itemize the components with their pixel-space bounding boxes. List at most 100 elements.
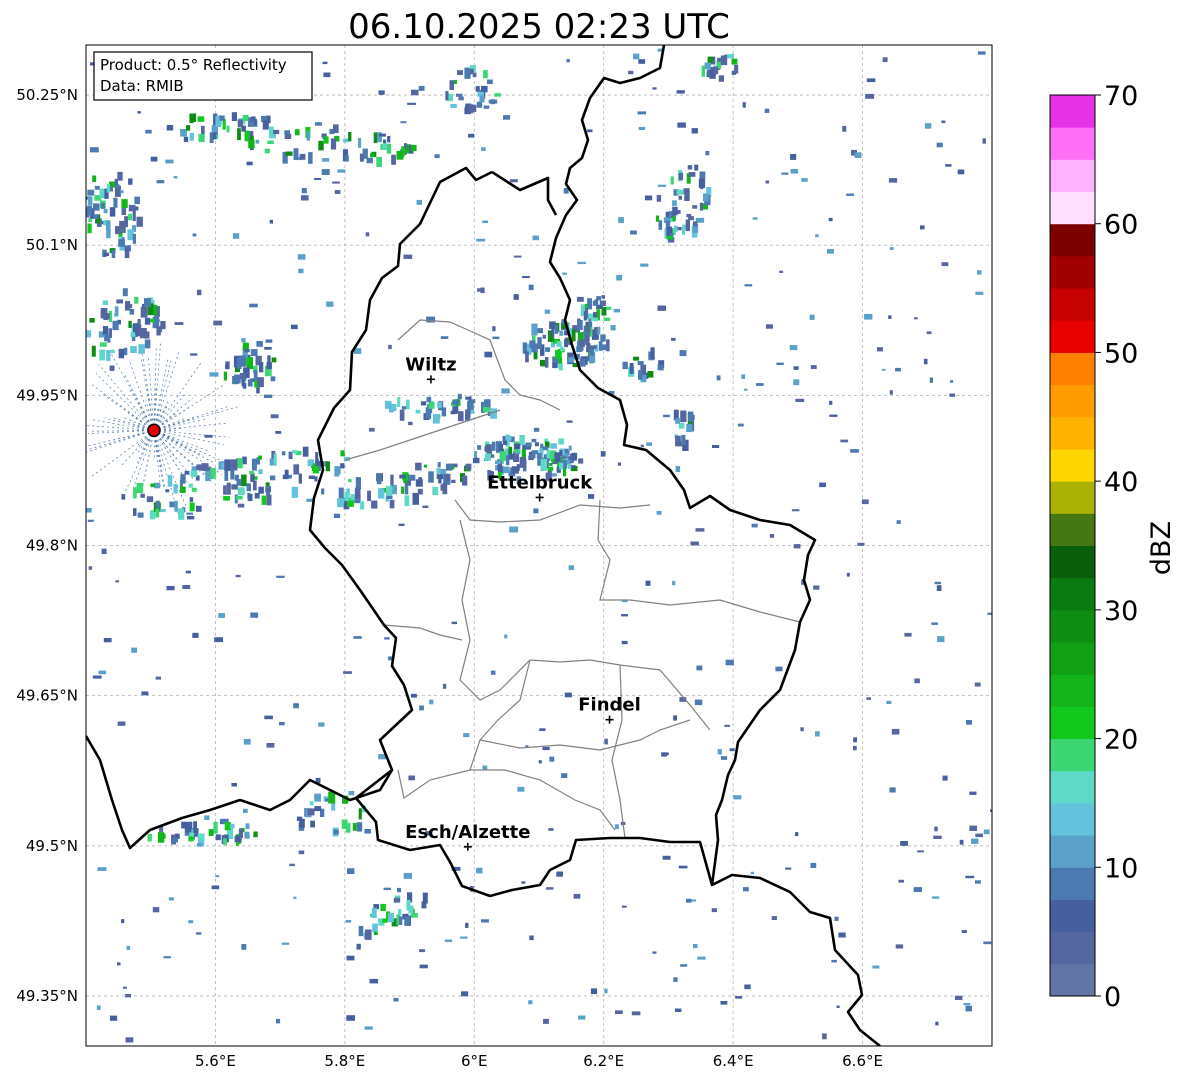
- echo-cell: [561, 455, 566, 460]
- echo-cell: [458, 411, 464, 422]
- echo-cell: [683, 188, 690, 194]
- colorbar-tick-label: 50: [1104, 338, 1138, 369]
- echo-cell: [913, 887, 922, 892]
- echo-cell: [600, 334, 606, 342]
- echo-cell: [181, 821, 186, 829]
- echo-cell: [521, 449, 526, 458]
- echo-cell: [302, 446, 309, 457]
- echo-cell: [124, 347, 128, 356]
- echo-cell: [224, 469, 229, 481]
- echo-cell: [265, 339, 273, 343]
- echo-cell: [975, 833, 983, 838]
- echo-cell: [531, 323, 538, 336]
- echo-cell: [401, 486, 405, 494]
- echo-cell: [189, 502, 195, 512]
- echo-cell: [735, 996, 743, 999]
- echo-cell: [333, 124, 339, 133]
- echo-cell: [134, 196, 140, 205]
- echo-cell: [931, 622, 938, 625]
- echo-cell: [197, 843, 203, 847]
- echo-cell: [390, 474, 394, 486]
- echo-cell: [103, 208, 108, 214]
- echo-cell: [579, 339, 585, 347]
- echo-cell: [218, 613, 225, 618]
- echo-cell: [752, 217, 758, 220]
- echo-cell: [838, 932, 846, 938]
- echo-cell: [420, 401, 427, 406]
- echo-cell: [321, 169, 330, 175]
- echo-cell: [590, 988, 598, 995]
- echo-cell: [411, 144, 417, 152]
- echo-cell: [235, 496, 243, 500]
- echo-cell: [235, 574, 241, 578]
- echo-cell: [463, 733, 470, 738]
- echo-cell: [428, 471, 434, 483]
- echo-cell: [934, 581, 941, 585]
- echo-cell: [484, 453, 491, 461]
- lat-tick-label: 49.65°N: [16, 687, 78, 705]
- echo-cell: [271, 357, 277, 363]
- echo-cell: [813, 585, 820, 590]
- echo-cell: [549, 756, 555, 762]
- echo-cell: [340, 463, 345, 469]
- echo-cell: [673, 715, 677, 721]
- echo-cell: [829, 400, 833, 405]
- echo-cell: [138, 344, 145, 354]
- echo-cell: [189, 113, 194, 124]
- echo-cell: [545, 347, 551, 352]
- colorbar-band: [1050, 513, 1095, 546]
- echo-cell: [445, 91, 449, 101]
- echo-cell: [404, 916, 411, 925]
- echo-cell: [440, 336, 449, 339]
- echo-cell: [114, 178, 119, 185]
- echo-cell: [505, 435, 512, 441]
- echo-cell: [102, 300, 108, 305]
- colorbar-band: [1050, 320, 1095, 353]
- echo-cell: [88, 566, 93, 570]
- echo-cell: [436, 468, 441, 475]
- echo-cell: [137, 512, 144, 518]
- echo-cell: [388, 344, 392, 350]
- echo-cell: [415, 479, 423, 487]
- colorbar-band: [1050, 738, 1095, 772]
- echo-cell: [790, 169, 799, 174]
- echo-cell: [371, 907, 377, 918]
- echo-cell: [242, 382, 247, 389]
- echo-cell: [293, 464, 300, 475]
- echo-cell: [334, 190, 341, 194]
- echo-cell: [404, 484, 409, 495]
- echo-cell: [861, 499, 869, 505]
- echo-cell: [842, 125, 847, 132]
- echo-cell: [318, 140, 324, 151]
- echo-cell: [472, 72, 477, 78]
- echo-cell: [436, 474, 444, 479]
- echo-cell: [224, 821, 231, 831]
- echo-cell: [509, 526, 519, 533]
- echo-cell: [122, 986, 127, 989]
- echo-cell: [373, 132, 378, 144]
- echo-cell: [166, 125, 174, 131]
- echo-cell: [544, 309, 551, 314]
- echo-cell: [791, 509, 800, 512]
- echo-cell: [543, 1018, 549, 1024]
- echo-cell: [484, 351, 493, 358]
- echo-cell: [191, 487, 197, 492]
- echo-cell: [211, 885, 220, 890]
- echo-cell: [247, 379, 253, 387]
- colorbar-band: [1050, 802, 1095, 836]
- echo-cell: [490, 670, 496, 675]
- echo-cell: [452, 399, 460, 405]
- echo-cell: [445, 463, 453, 471]
- echo-cell: [178, 508, 185, 520]
- echo-cell: [517, 786, 525, 792]
- echo-cell: [429, 699, 434, 705]
- lat-tick-label: 50.25°N: [16, 86, 78, 104]
- echo-cell: [444, 939, 453, 942]
- echo-cell: [498, 443, 503, 453]
- echo-cell: [628, 70, 634, 75]
- echo-cell: [637, 361, 644, 365]
- echo-cell: [128, 178, 133, 185]
- echo-cell: [147, 834, 152, 842]
- echo-cell: [661, 752, 667, 757]
- echo-cell: [355, 477, 361, 490]
